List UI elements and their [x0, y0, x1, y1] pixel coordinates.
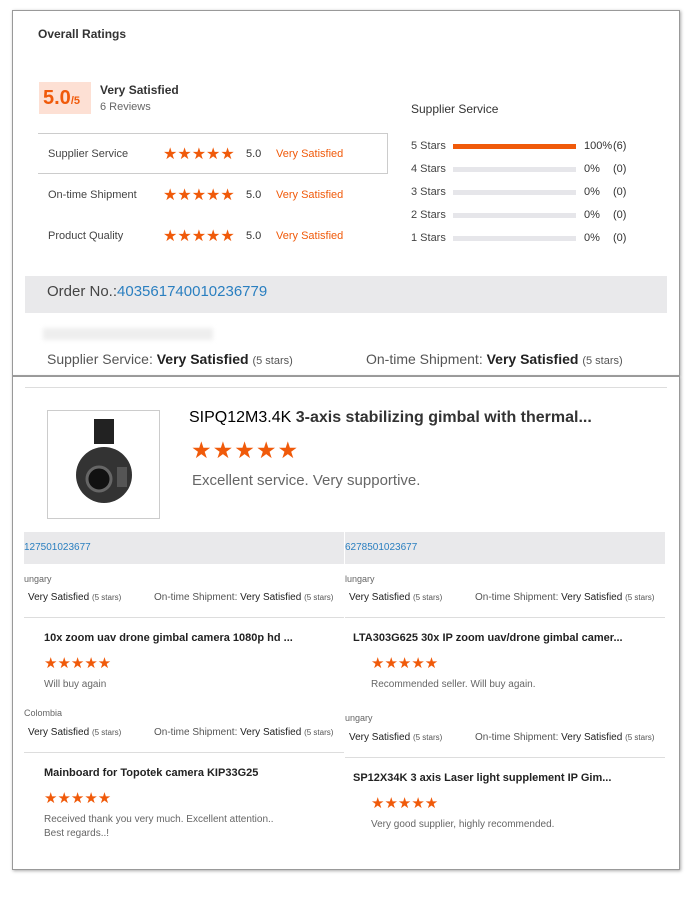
review-card: Colombia Very Satisfied (5 stars) On-tim…	[24, 705, 344, 839]
dist-bar	[453, 190, 576, 195]
country: ungary	[24, 574, 52, 584]
dist-bar	[453, 167, 576, 172]
product-title[interactable]: LTA303G625 30x IP zoom uav/drone gimbal …	[353, 632, 653, 644]
rating-stars: ★★★★★	[371, 795, 439, 812]
product-image[interactable]	[47, 410, 160, 519]
country: lungary	[345, 574, 375, 584]
dist-percent: 100%	[584, 140, 613, 152]
review-card: ungary Very Satisfied (5 stars) On-time …	[345, 710, 665, 830]
review-comment: Very good supplier, highly recommended.	[371, 819, 555, 830]
main-product-title[interactable]: SIPQ12M3.4K 3-axis stabilizing gimbal wi…	[189, 409, 629, 427]
rating-stars: ★★★★★	[163, 227, 235, 245]
dist-percent: 0%	[584, 186, 600, 198]
divider	[24, 617, 344, 618]
country: ungary	[345, 713, 373, 723]
overall-title: Overall Ratings	[38, 27, 127, 41]
dist-bar	[453, 144, 576, 149]
dist-count: (0)	[613, 163, 627, 175]
overall-label: Very Satisfied	[100, 83, 179, 97]
score-badge: 5.0/5	[39, 82, 91, 114]
dist-label: 5 Stars	[411, 140, 446, 152]
product-title[interactable]: Mainboard for Topotek camera KIP33G25	[44, 767, 344, 779]
blurred-name	[43, 328, 213, 340]
main-comment: Excellent service. Very supportive.	[192, 472, 421, 489]
product-title[interactable]: SP12X34K 3 axis Laser light supplement I…	[353, 772, 653, 784]
dist-bar	[453, 213, 576, 218]
distribution-title: Supplier Service	[411, 102, 499, 116]
rating-stars: ★★★★★	[163, 145, 235, 163]
main-rating-stars: ★★★★★	[191, 437, 300, 463]
rating-row: On-time Shipment ★★★★★ 5.0 Very Satisfie…	[48, 186, 344, 204]
divider	[25, 387, 667, 388]
dist-count: (0)	[613, 232, 627, 244]
order-number: Order No.:403561740010236779	[47, 283, 268, 300]
order-header: 127501023677	[24, 532, 344, 564]
divider	[345, 757, 665, 758]
gimbal-camera-icon	[75, 419, 132, 503]
dist-count: (6)	[613, 140, 627, 152]
dist-percent: 0%	[584, 232, 600, 244]
divider	[345, 617, 665, 618]
rating-stars: ★★★★★	[44, 790, 112, 807]
rating-stars: ★★★★★	[163, 186, 235, 204]
dist-label: 3 Stars	[411, 186, 446, 198]
order-ratings: Supplier Service: Very Satisfied (5 star…	[47, 351, 623, 367]
dist-label: 1 Stars	[411, 232, 446, 244]
review-card: 127501023677 ungary Very Satisfied (5 st…	[24, 532, 344, 690]
divider	[24, 752, 344, 753]
review-comment: Will buy again	[44, 679, 107, 690]
review-count: 6 Reviews	[100, 101, 151, 113]
rating-stars: ★★★★★	[44, 655, 112, 672]
dist-count: (0)	[613, 186, 627, 198]
dist-percent: 0%	[584, 209, 600, 221]
rating-row: Product Quality ★★★★★ 5.0 Very Satisfied	[48, 227, 344, 245]
dist-count: (0)	[613, 209, 627, 221]
dist-percent: 0%	[584, 163, 600, 175]
order-header: 6278501023677	[345, 532, 665, 564]
rating-stars: ★★★★★	[371, 655, 439, 672]
rating-row: Supplier Service ★★★★★ 5.0 Very Satisfie…	[38, 133, 388, 174]
dist-label: 2 Stars	[411, 209, 446, 221]
dist-bar	[453, 236, 576, 241]
product-title[interactable]: 10x zoom uav drone gimbal camera 1080p h…	[44, 632, 344, 644]
review-comment: Received thank you very much. Excellent …	[44, 814, 274, 839]
country: Colombia	[24, 708, 63, 718]
review-comment: Recommended seller. Will buy again.	[371, 679, 536, 690]
review-card: 6278501023677 lungary Very Satisfied (5 …	[345, 532, 665, 690]
dist-label: 4 Stars	[411, 163, 446, 175]
